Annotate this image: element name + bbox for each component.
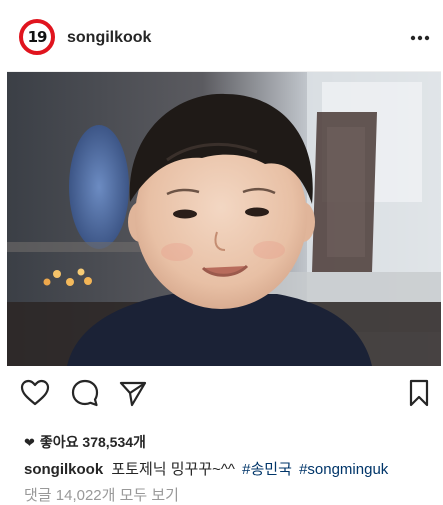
post-header: 19 songilkook [0,0,443,70]
avatar[interactable]: 19 [19,19,55,55]
save-bookmark-icon[interactable] [404,378,434,408]
hashtag-link[interactable]: #songminguk [299,461,388,478]
small-heart-icon: ❤ [24,435,35,450]
post-username[interactable]: songilkook [67,29,151,47]
action-bar [0,365,443,421]
more-options-icon[interactable] [408,26,432,50]
post-caption: songilkook 포토제닉 밍꾸꾸~^^ #송민국 #songminguk [24,458,388,479]
likes-count[interactable]: ❤ 좋아요 378,534개 [24,432,146,452]
hashtag-link[interactable]: #송민국 [242,461,292,478]
caption-username[interactable]: songilkook [24,461,103,478]
likes-label: 좋아요 378,534개 [39,434,146,450]
share-paper-plane-icon[interactable] [118,378,148,408]
view-all-comments-link[interactable]: 댓글 14,022개 모두 보기 [24,484,179,505]
avatar-label: 19 [27,28,48,46]
post-photo[interactable] [7,71,441,366]
comment-bubble-icon[interactable] [70,378,100,408]
child-portrait-image [7,72,441,366]
caption-text: 포토제닉 밍꾸꾸~^^ [111,461,235,478]
like-heart-icon[interactable] [20,378,50,408]
